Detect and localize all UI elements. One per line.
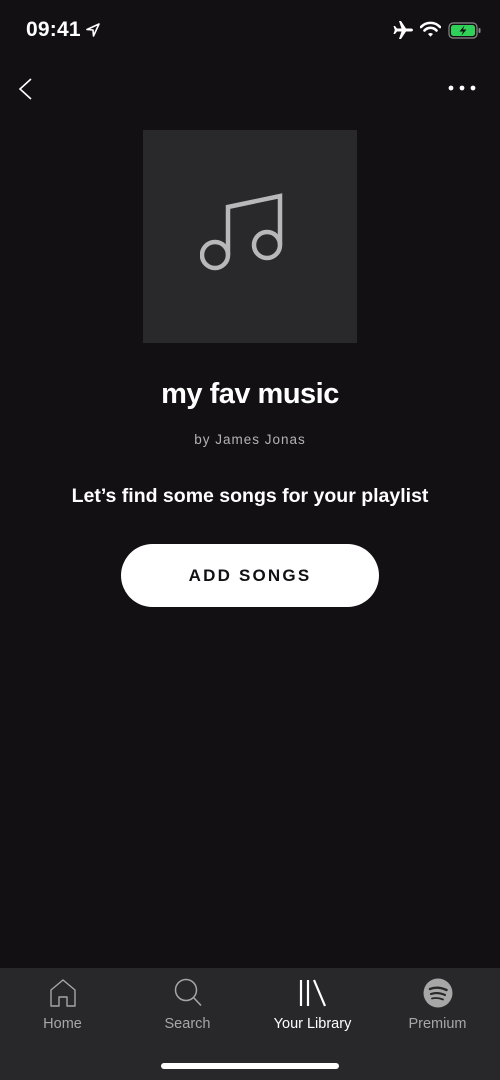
battery-charging-icon [448,22,481,39]
tab-search[interactable]: Search [125,968,250,1048]
spotify-logo-icon [423,978,452,1008]
home-indicator[interactable] [161,1063,339,1069]
tab-your-library-label: Your Library [273,1016,352,1032]
tab-premium[interactable]: Premium [375,968,500,1048]
add-songs-button[interactable]: ADD SONGS [121,544,379,607]
tab-search-label: Search [164,1016,211,1032]
playlist-cover [143,130,357,343]
more-horizontal-icon [448,85,476,91]
library-icon [299,979,326,1007]
tab-bar: Home Search Your Library Premium [0,968,500,1080]
empty-playlist-prompt: Let’s find some songs for your playlist [71,485,429,507]
home-icon [49,979,76,1007]
tab-home-label: Home [43,1016,82,1032]
back-button[interactable] [14,76,38,102]
status-time: 09:41 [26,18,81,41]
music-note-icon [200,192,283,270]
playlist-owner[interactable]: by James Jonas [0,432,500,447]
wifi-icon [420,21,441,37]
airplane-mode-icon [393,21,413,39]
more-options-button[interactable] [446,78,478,98]
tab-home[interactable]: Home [0,968,125,1048]
status-bar: 09:41 [0,0,500,60]
location-arrow-icon [86,23,100,37]
tab-your-library[interactable]: Your Library [250,968,375,1048]
playlist-title: my fav music [161,378,339,410]
search-icon [174,978,202,1007]
tab-premium-label: Premium [408,1016,467,1032]
chevron-left-icon [18,78,32,100]
